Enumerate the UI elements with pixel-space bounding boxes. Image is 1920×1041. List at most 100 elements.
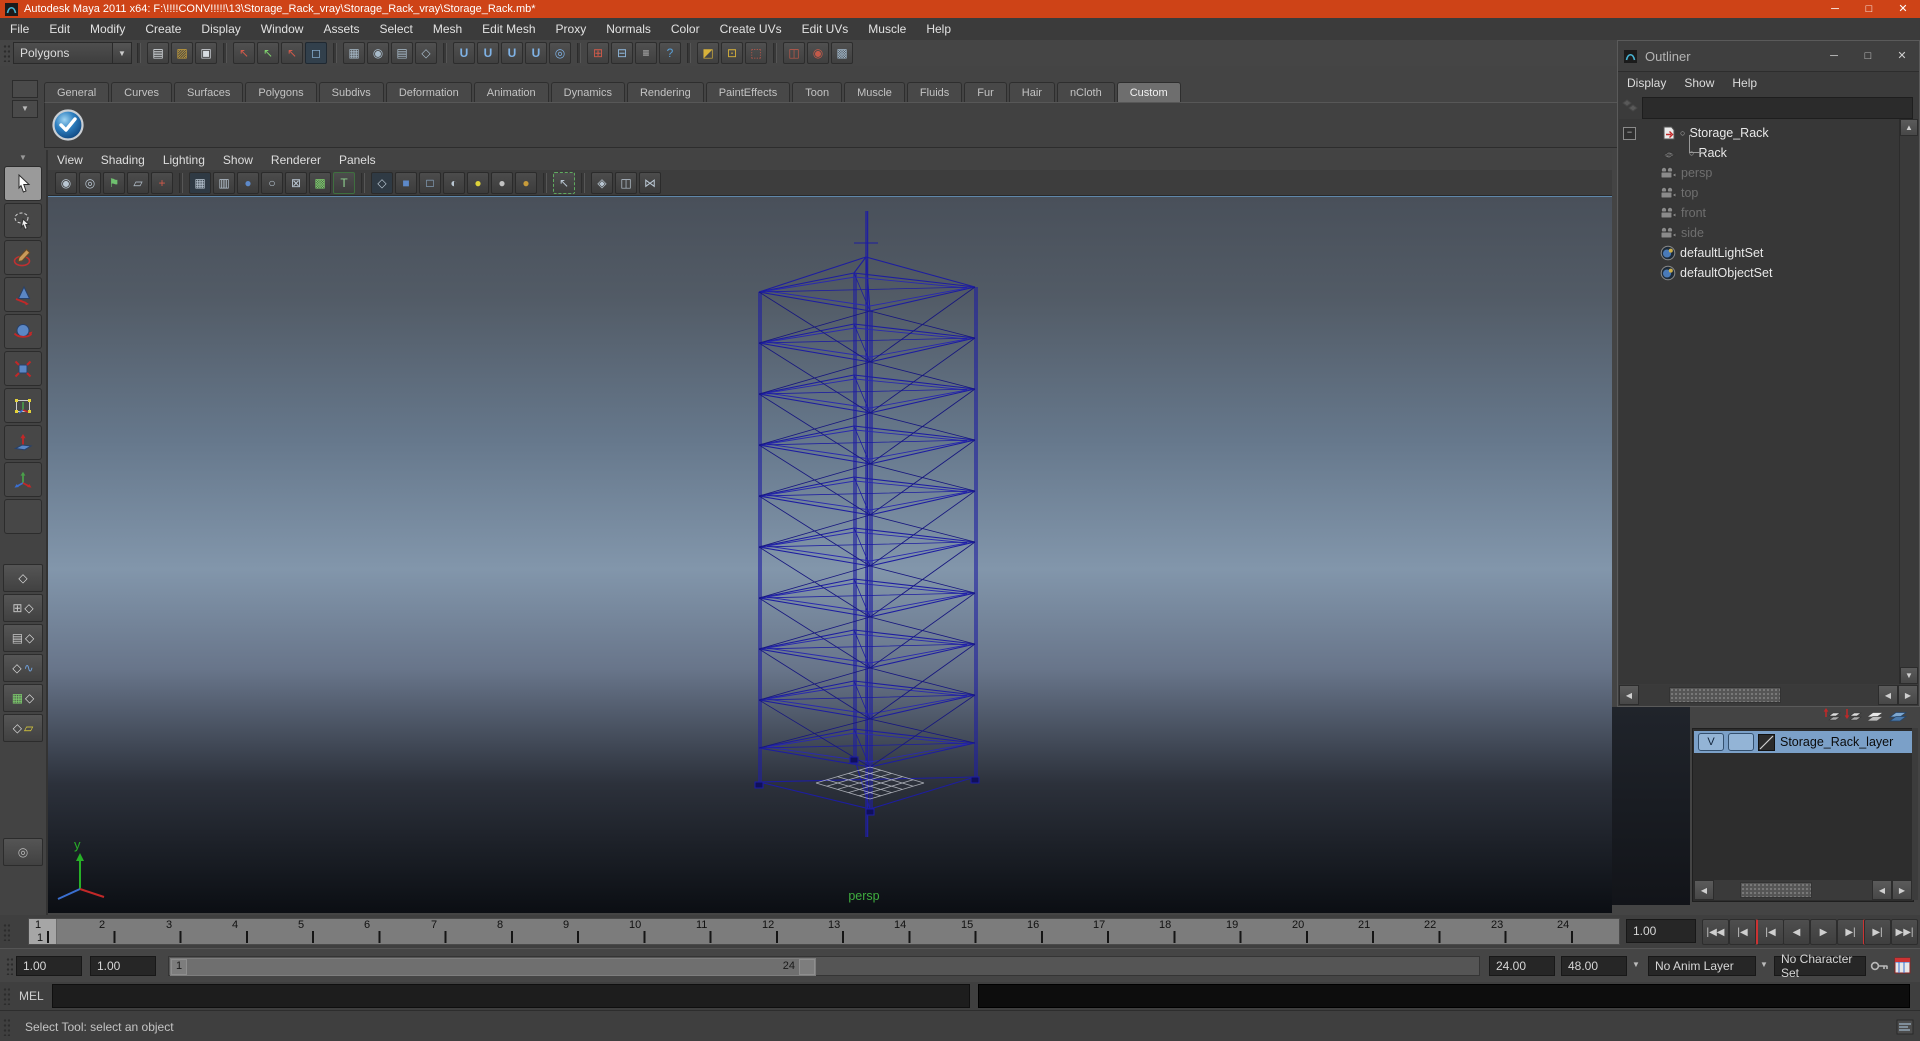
- panel-menu-renderer[interactable]: Renderer: [262, 153, 330, 167]
- film-gate-icon[interactable]: ▥: [213, 172, 235, 194]
- grid-icon[interactable]: ▦: [189, 172, 211, 194]
- layout-four-view-button[interactable]: ⊞◇: [3, 594, 43, 622]
- current-time-field[interactable]: 1.00: [1626, 919, 1696, 943]
- scale-tool[interactable]: [4, 351, 42, 386]
- panel-menu-lighting[interactable]: Lighting: [154, 153, 214, 167]
- layout-hypershade-persp-button[interactable]: ▦◇: [3, 684, 43, 712]
- lasso-tool[interactable]: [4, 203, 42, 238]
- menu-set-dropdown[interactable]: Polygons: [13, 42, 113, 64]
- mask-curves-icon[interactable]: ▤: [391, 42, 413, 64]
- maximize-button[interactable]: □: [1852, 0, 1886, 18]
- outliner-search-input[interactable]: [1642, 97, 1913, 119]
- show-manipulator-tool[interactable]: [4, 462, 42, 497]
- layer-color-swatch[interactable]: [1758, 734, 1775, 751]
- go-to-end-button[interactable]: ▶▶|: [1891, 919, 1918, 945]
- select-asset-icon[interactable]: ◻: [305, 42, 327, 64]
- xray-icon[interactable]: □: [419, 172, 441, 194]
- outliner-menu-show[interactable]: Show: [1675, 76, 1723, 90]
- mask-joints-icon[interactable]: ◉: [367, 42, 389, 64]
- shelf-tab-polygons[interactable]: Polygons: [245, 82, 316, 102]
- move-layer-up-icon[interactable]: [1823, 707, 1841, 722]
- menu-proxy[interactable]: Proxy: [546, 22, 597, 36]
- animation-preferences-icon[interactable]: [1894, 957, 1911, 974]
- wireframe-on-shaded-icon[interactable]: ◈: [591, 172, 613, 194]
- smooth-shade-icon[interactable]: ■: [395, 172, 417, 194]
- rotate-tool[interactable]: [4, 314, 42, 349]
- field-chart-icon[interactable]: ⊠: [285, 172, 307, 194]
- layer-list-hscrollbar[interactable]: ◀ ◀ ▶: [1694, 880, 1912, 900]
- mask-surfaces-icon[interactable]: ◇: [415, 42, 437, 64]
- menu-display[interactable]: Display: [191, 22, 250, 36]
- status-line-grip[interactable]: [3, 44, 10, 62]
- safe-action-icon[interactable]: ▩: [309, 172, 331, 194]
- step-forward-frame-button[interactable]: ▶|: [1864, 919, 1891, 945]
- play-backwards-button[interactable]: ◀: [1783, 919, 1810, 945]
- perspective-viewport[interactable]: y persp: [48, 196, 1612, 913]
- shelf-tab-ncloth[interactable]: nCloth: [1057, 82, 1115, 102]
- menu-mesh[interactable]: Mesh: [423, 22, 472, 36]
- menu-edit-uvs[interactable]: Edit UVs: [792, 22, 859, 36]
- help-line-icon[interactable]: ?: [659, 42, 681, 64]
- title-bar[interactable]: Autodesk Maya 2011 x64: F:\!!!!CONV!!!!!…: [0, 0, 1920, 18]
- resolution-gate-icon[interactable]: ●: [237, 172, 259, 194]
- ipr-render-icon[interactable]: ◉: [807, 42, 829, 64]
- shelf-tab-animation[interactable]: Animation: [474, 82, 549, 102]
- select-hierarchy-icon[interactable]: ↖: [233, 42, 255, 64]
- shelf-tab-painteffects[interactable]: PaintEffects: [706, 82, 791, 102]
- shelf-tab-curves[interactable]: Curves: [111, 82, 172, 102]
- shelf-tab-fluids[interactable]: Fluids: [907, 82, 962, 102]
- scroll-up-icon[interactable]: ▲: [1900, 119, 1918, 136]
- panel-menu-shading[interactable]: Shading: [92, 153, 154, 167]
- outliner-item-defaultobjectset[interactable]: defaultObjectSet: [1619, 263, 1899, 283]
- lock-icon[interactable]: ⊡: [721, 42, 743, 64]
- paint-selection-tool[interactable]: [4, 240, 42, 275]
- layout-persp-outliner-button[interactable]: ▤◇: [3, 624, 43, 652]
- snap-plane-icon[interactable]: U: [525, 42, 547, 64]
- select-object-icon[interactable]: ↖: [257, 42, 279, 64]
- step-back-key-button[interactable]: |◀: [1756, 919, 1784, 945]
- construction-history-icon[interactable]: ≡: [635, 42, 657, 64]
- playback-end-field[interactable]: 24.00: [1489, 956, 1555, 976]
- input-connections-icon[interactable]: ⊞: [587, 42, 609, 64]
- checked-sphere-shelf-icon[interactable]: [51, 108, 85, 142]
- menu-edit[interactable]: Edit: [39, 22, 80, 36]
- panel-menu-show[interactable]: Show: [214, 153, 262, 167]
- menu-create-uvs[interactable]: Create UVs: [710, 22, 792, 36]
- menu-set-dropdown-arrow[interactable]: ▼: [113, 42, 132, 64]
- mask-handles-icon[interactable]: ▦: [343, 42, 365, 64]
- close-button[interactable]: ✕: [1886, 0, 1920, 18]
- shelf-tab-fur[interactable]: Fur: [964, 82, 1007, 102]
- step-back-frame-button[interactable]: |◀: [1729, 919, 1756, 945]
- hud-icon[interactable]: T: [333, 172, 355, 194]
- outliner-hscrollbar[interactable]: ◀ ◀ ▶: [1619, 685, 1918, 705]
- outliner-close-button[interactable]: ✕: [1885, 47, 1919, 65]
- layer-panel-vscrollbar[interactable]: [1912, 728, 1918, 900]
- menu-normals[interactable]: Normals: [596, 22, 661, 36]
- isolate-select-icon[interactable]: ↖: [553, 172, 575, 194]
- outliner-minimize-button[interactable]: ─: [1817, 47, 1851, 65]
- outliner-item-rack[interactable]: ○ Rack: [1619, 143, 1899, 163]
- textured-icon[interactable]: ◐: [443, 172, 465, 194]
- last-tool[interactable]: [4, 499, 42, 534]
- toolbox-collapse-arrow-icon[interactable]: ▼: [0, 150, 46, 164]
- outliner-menu-display[interactable]: Display: [1618, 76, 1675, 90]
- script-editor-icon[interactable]: [1896, 1019, 1914, 1035]
- shelf-tab-subdivs[interactable]: Subdivs: [319, 82, 384, 102]
- menu-muscle[interactable]: Muscle: [858, 22, 916, 36]
- command-line-result[interactable]: [978, 984, 1910, 1008]
- snap-curve-icon[interactable]: U: [477, 42, 499, 64]
- pan-zoom-icon[interactable]: +: [151, 172, 173, 194]
- outliner-title-bar[interactable]: Outliner ─ □ ✕: [1618, 41, 1919, 72]
- outliner-item-top[interactable]: top: [1619, 183, 1899, 203]
- shelf-tab-custom[interactable]: Custom: [1117, 82, 1181, 102]
- render-settings-icon[interactable]: ▩: [831, 42, 853, 64]
- outliner-item-side[interactable]: side: [1619, 223, 1899, 243]
- select-tool[interactable]: [4, 166, 42, 201]
- output-connections-icon[interactable]: ⊟: [611, 42, 633, 64]
- layout-persp-uv-button[interactable]: ◇▱: [3, 714, 43, 742]
- character-set-dropdown[interactable]: No Character Set: [1774, 956, 1866, 976]
- collapse-icon[interactable]: −: [1623, 127, 1636, 140]
- shelf-tab-hair[interactable]: Hair: [1009, 82, 1055, 102]
- menu-assets[interactable]: Assets: [313, 22, 369, 36]
- menu-window[interactable]: Window: [251, 22, 314, 36]
